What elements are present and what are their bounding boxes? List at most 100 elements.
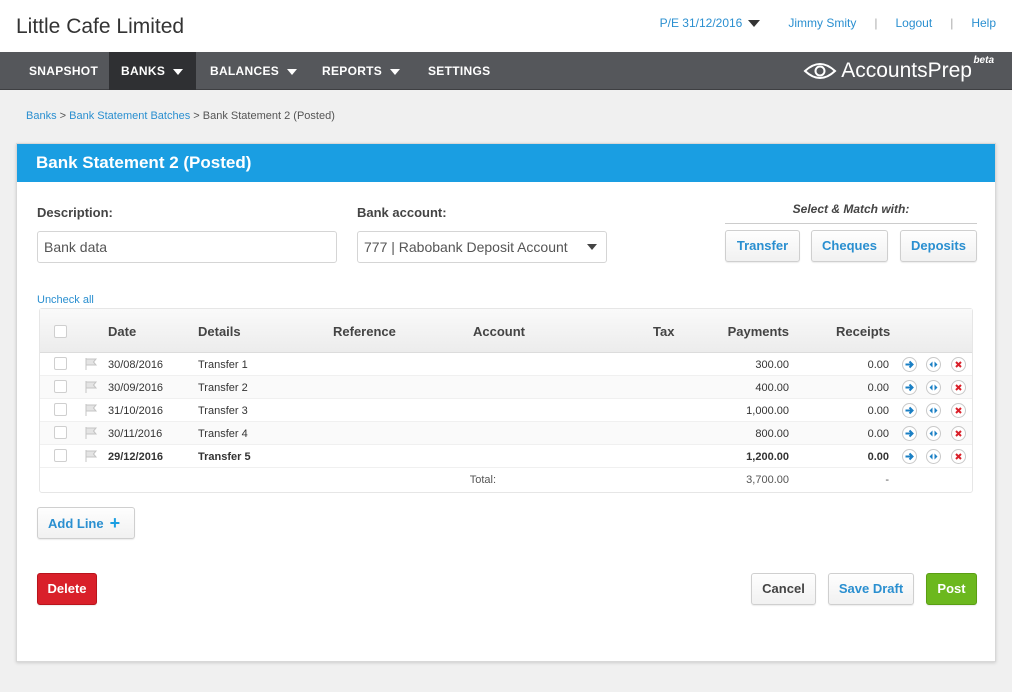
chevron-down-icon: [748, 20, 761, 28]
post-button[interactable]: Post: [926, 573, 977, 605]
move-right-icon[interactable]: [902, 426, 917, 441]
row-checkbox[interactable]: [54, 426, 67, 439]
plus-icon: +: [109, 513, 121, 533]
match-deposits-button[interactable]: Deposits: [900, 230, 977, 262]
delete-button[interactable]: Delete: [37, 573, 97, 605]
total-label: Total:: [469, 474, 496, 486]
split-icon[interactable]: [926, 380, 941, 395]
breadcrumb-banks[interactable]: Banks: [26, 110, 57, 122]
add-line-label: Add Line: [48, 516, 104, 531]
nav-settings-label: SETTINGS: [428, 64, 491, 78]
nav-balances[interactable]: BALANCES: [198, 52, 309, 90]
total-row: Total: 3,700.00 -: [40, 468, 972, 491]
remove-icon[interactable]: [951, 357, 966, 372]
row-receipts: 0.00: [867, 428, 889, 440]
total-receipts: -: [885, 474, 889, 486]
nav-reports-label: REPORTS: [322, 64, 383, 78]
row-details: Transfer 3: [198, 405, 248, 417]
bank-account-select[interactable]: 777 | Rabobank Deposit Account: [357, 231, 607, 263]
col-account: Account: [473, 324, 525, 339]
nav-banks-label: BANKS: [121, 64, 166, 78]
page-title: Bank Statement 2 (Posted): [17, 144, 995, 182]
remove-icon[interactable]: [951, 380, 966, 395]
split-icon[interactable]: [926, 357, 941, 372]
match-transfer-button[interactable]: Transfer: [725, 230, 800, 262]
user-name-link[interactable]: Jimmy Smity: [788, 16, 856, 30]
table-row[interactable]: 30/08/2016 Transfer 1 300.00 0.00: [40, 353, 972, 376]
total-payments: 3,700.00: [746, 474, 789, 486]
help-link[interactable]: Help: [971, 16, 996, 30]
col-details: Details: [198, 324, 241, 339]
description-label: Description:: [37, 205, 113, 220]
row-date: 30/09/2016: [108, 382, 164, 394]
chevron-down-icon: [287, 68, 298, 75]
row-date: 31/10/2016: [108, 405, 164, 417]
move-right-icon[interactable]: [902, 449, 917, 464]
split-icon[interactable]: [926, 449, 941, 464]
move-right-icon[interactable]: [902, 357, 917, 372]
row-payments: 1,200.00: [746, 451, 789, 463]
save-draft-button[interactable]: Save Draft: [828, 573, 914, 605]
description-input[interactable]: [37, 231, 337, 263]
col-date: Date: [108, 324, 137, 339]
chevron-down-icon: [390, 68, 401, 75]
table-row[interactable]: 30/11/2016 Transfer 4 800.00 0.00: [40, 422, 972, 445]
row-checkbox[interactable]: [54, 403, 67, 416]
nav-banks[interactable]: BANKS: [109, 52, 197, 90]
move-right-icon[interactable]: [902, 380, 917, 395]
row-details: Transfer 4: [198, 428, 248, 440]
col-receipts: Receipts: [836, 324, 891, 339]
uncheck-all-link[interactable]: Uncheck all: [37, 294, 94, 306]
nav-reports[interactable]: REPORTS: [310, 52, 412, 90]
chevron-down-icon: [173, 68, 184, 75]
row-payments: 300.00: [755, 359, 789, 371]
breadcrumb-separator: >: [59, 110, 67, 122]
bank-account-value: 777 | Rabobank Deposit Account: [364, 239, 568, 255]
cancel-button[interactable]: Cancel: [751, 573, 816, 605]
flag-icon[interactable]: [84, 358, 98, 370]
flag-icon[interactable]: [84, 381, 98, 393]
move-right-icon[interactable]: [902, 403, 917, 418]
row-checkbox[interactable]: [54, 357, 67, 370]
period-selector[interactable]: P/E 31/12/2016: [660, 16, 761, 30]
top-header: Little Cafe Limited P/E 31/12/2016 Jimmy…: [0, 0, 1012, 52]
nav-balances-label: BALANCES: [210, 64, 280, 78]
table-header: Date Details Reference Account Tax Payme…: [40, 309, 972, 353]
company-name: Little Cafe Limited: [16, 15, 185, 38]
row-checkbox[interactable]: [54, 449, 67, 462]
transactions-table: Date Details Reference Account Tax Payme…: [39, 308, 973, 493]
row-receipts: 0.00: [867, 382, 889, 394]
flag-icon[interactable]: [84, 450, 98, 462]
split-icon[interactable]: [926, 426, 941, 441]
divider: |: [874, 16, 878, 30]
table-row[interactable]: 29/12/2016 Transfer 5 1,200.00 0.00: [40, 445, 972, 468]
breadcrumb-bank-statement-batches[interactable]: Bank Statement Batches: [69, 110, 190, 122]
bank-statement-card: Bank Statement 2 (Posted) Description: B…: [16, 143, 996, 662]
breadcrumb-current: Bank Statement 2 (Posted): [202, 110, 335, 122]
row-date: 29/12/2016: [108, 451, 164, 463]
row-date: 30/08/2016: [108, 359, 164, 371]
remove-icon[interactable]: [951, 426, 966, 441]
match-cheques-button[interactable]: Cheques: [811, 230, 888, 262]
flag-icon[interactable]: [84, 427, 98, 439]
split-icon[interactable]: [926, 403, 941, 418]
row-payments: 400.00: [755, 382, 789, 394]
nav-snapshot[interactable]: SNAPSHOT: [17, 52, 110, 90]
col-tax: Tax: [653, 324, 675, 339]
flag-icon[interactable]: [84, 404, 98, 416]
add-line-button[interactable]: Add Line +: [37, 507, 135, 539]
breadcrumb: Banks > Bank Statement Batches > Bank St…: [26, 110, 335, 122]
remove-icon[interactable]: [951, 449, 966, 464]
row-payments: 1,000.00: [746, 405, 789, 417]
select-all-checkbox[interactable]: [54, 325, 67, 338]
top-links: P/E 31/12/2016 Jimmy Smity | Logout | He…: [660, 16, 996, 30]
logout-link[interactable]: Logout: [895, 16, 932, 30]
table-row[interactable]: 30/09/2016 Transfer 2 400.00 0.00: [40, 376, 972, 399]
select-match-title: Select & Match with:: [725, 202, 977, 224]
accountsprep-logo: AccountsPrep beta: [803, 55, 994, 83]
nav-settings[interactable]: SETTINGS: [416, 52, 502, 90]
remove-icon[interactable]: [951, 403, 966, 418]
row-checkbox[interactable]: [54, 380, 67, 393]
bank-account-label: Bank account:: [357, 205, 447, 220]
table-row[interactable]: 31/10/2016 Transfer 3 1,000.00 0.00: [40, 399, 972, 422]
